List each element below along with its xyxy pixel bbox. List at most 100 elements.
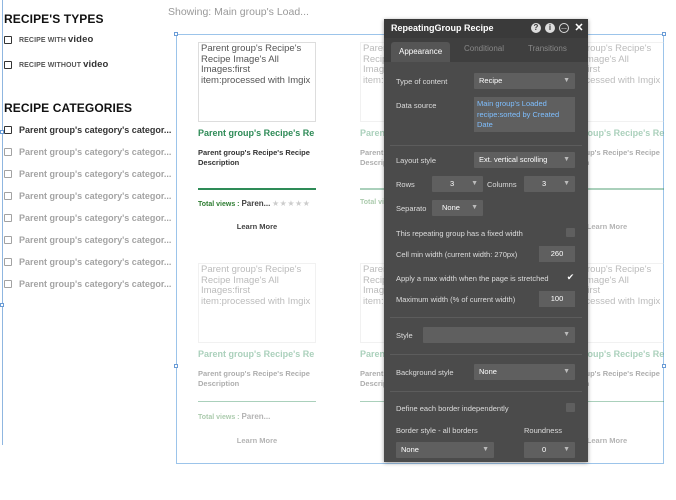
divider-line	[588, 188, 664, 190]
category-label: Parent group's category's categor...	[19, 191, 172, 201]
rows-dropdown[interactable]: 3 ▼	[432, 176, 483, 192]
learn-more-button[interactable]: Learn More	[588, 222, 664, 231]
recipe-categories-title: RECIPE CATEGORIES	[4, 101, 133, 115]
category-item[interactable]: Parent group's category's categor...	[4, 147, 171, 157]
checkbox[interactable]	[4, 148, 12, 156]
style-dropdown[interactable]: ▼	[423, 327, 575, 343]
separator-dropdown[interactable]: None ▼	[432, 200, 483, 216]
recipe-types-title: RECIPE'S TYPES	[4, 12, 104, 26]
left-edge-line	[2, 0, 3, 445]
recipe-cell[interactable]: Parent group's Recipe's Recipe Image's A…	[588, 263, 664, 453]
layout-style-dropdown[interactable]: Ext. vertical scrolling ▼	[474, 152, 575, 168]
recipe-cell[interactable]: Parent group's Recipe's Recipe Image's A…	[198, 42, 318, 232]
category-label: Parent group's category's categor...	[19, 257, 172, 267]
divider-line	[588, 401, 664, 402]
divider	[390, 317, 582, 318]
category-label: Parent group's category's categor...	[19, 213, 172, 223]
data-source-expression[interactable]: Main group's Loaded recipe:sorted by Cre…	[474, 97, 575, 132]
fixed-width-label: This repeating group has a fixed width	[396, 229, 523, 238]
selection-handle[interactable]	[0, 130, 4, 134]
dropdown-value: 0	[542, 445, 547, 454]
tab-transitions[interactable]: Transitions	[528, 38, 567, 60]
category-item[interactable]: Parent group's category's categor...	[4, 213, 171, 223]
type-label-prefix: RECIPE WITH	[19, 37, 69, 44]
checkbox[interactable]	[4, 280, 12, 288]
checkbox[interactable]	[4, 126, 12, 134]
learn-more-button[interactable]: Learn More	[588, 436, 664, 445]
recipe-description: Parent group's Recipe's Recipe Descripti…	[198, 148, 310, 167]
dropdown-value: None	[442, 203, 460, 212]
chevron-down-icon: ▼	[563, 180, 570, 187]
recipe-description: Parent group's Recipe's Recipe Descripti…	[588, 148, 660, 167]
category-label: Parent group's category's categor...	[19, 125, 172, 135]
category-item[interactable]: Parent group's category's categor...	[4, 257, 171, 267]
recipe-cell[interactable]: Parent group's Recipe's Recipe Image's A…	[198, 263, 318, 453]
checkbox[interactable]	[4, 35, 12, 44]
type-option-without-video[interactable]: RECIPE WITHOUT video	[4, 59, 108, 70]
recipe-image-placeholder: Parent group's Recipe's Recipe Image's A…	[588, 263, 664, 343]
comment-icon[interactable]: …	[559, 23, 569, 33]
recipe-image-placeholder: Parent group's Recipe's Recipe Image's A…	[588, 42, 664, 122]
checkbox[interactable]	[4, 258, 12, 266]
divider	[390, 354, 582, 355]
dropdown-value: None	[401, 445, 419, 454]
learn-more-button[interactable]: Learn More	[198, 222, 316, 231]
maximum-width-input[interactable]: 100	[539, 291, 575, 307]
border-style-dropdown[interactable]: None ▼	[396, 442, 494, 458]
tab-appearance[interactable]: Appearance	[391, 42, 451, 62]
question-icon[interactable]: ?	[531, 23, 541, 33]
separator-label: Separato	[396, 204, 427, 213]
max-width-label: Apply a max width when the page is stret…	[396, 274, 549, 283]
recipe-title[interactable]: Parent group's Recipe's Re	[198, 128, 318, 138]
selection-handle[interactable]	[662, 32, 666, 36]
recipe-title[interactable]: Parent group's Recipe's Re	[198, 349, 318, 359]
fixed-width-checkbox[interactable]	[566, 228, 575, 237]
dropdown-value: None	[479, 367, 497, 376]
checkbox[interactable]	[4, 192, 12, 200]
dropdown-value: 3	[450, 179, 455, 188]
category-item[interactable]: Parent group's category's categor...	[4, 191, 171, 201]
roundness-dropdown[interactable]: 0 ▼	[524, 442, 575, 458]
category-item[interactable]: Parent group's category's categor...	[4, 125, 171, 135]
selection-handle[interactable]	[174, 32, 178, 36]
border-style-label: Border style - all borders	[396, 426, 478, 435]
type-of-content-dropdown[interactable]: Recipe ▼	[474, 73, 575, 89]
cell-min-width-input[interactable]: 260	[539, 246, 575, 262]
learn-more-button[interactable]: Learn More	[198, 436, 316, 445]
recipe-title[interactable]: Parent group's Recipe's Re	[588, 349, 664, 359]
cell-min-width-label: Cell min width (current width: 270px)	[396, 250, 518, 259]
category-item[interactable]: Parent group's category's categor...	[4, 235, 171, 245]
checkbox[interactable]	[4, 60, 12, 69]
data-source-label: Data source	[396, 101, 437, 110]
chevron-down-icon: ▼	[482, 446, 489, 453]
border-independent-checkbox[interactable]	[566, 403, 575, 412]
recipe-title[interactable]: Parent group's Recipe's Re	[588, 128, 664, 138]
columns-dropdown[interactable]: 3 ▼	[524, 176, 575, 192]
tab-conditional[interactable]: Conditional	[464, 38, 504, 60]
checkbox[interactable]	[4, 236, 12, 244]
total-views: Total views : Paren...	[198, 199, 270, 208]
views-label: Total views :	[198, 201, 242, 208]
border-independent-label: Define each border independently	[396, 404, 509, 413]
rating-stars-icon[interactable]: ★★★★★	[272, 199, 310, 208]
type-label-word: video	[83, 59, 109, 70]
info-icon[interactable]: i	[545, 23, 555, 33]
checkbox[interactable]	[4, 214, 12, 222]
selection-handle[interactable]	[174, 364, 178, 368]
max-width-checkbox[interactable]: ✔	[566, 273, 575, 282]
category-item[interactable]: Parent group's category's categor...	[4, 169, 171, 179]
divider-line	[198, 188, 316, 190]
category-item[interactable]: Parent group's category's categor...	[4, 279, 171, 289]
maximum-width-label: Maximum width (% of current width)	[396, 295, 516, 304]
checkbox[interactable]	[4, 170, 12, 178]
rows-label: Rows	[396, 180, 415, 189]
editor-header[interactable]: RepeatingGroup Recipe ? i … ✕	[384, 19, 588, 38]
background-style-dropdown[interactable]: None ▼	[474, 364, 575, 380]
chevron-down-icon: ▼	[563, 77, 570, 84]
type-option-with-video[interactable]: RECIPE WITH video	[4, 34, 93, 45]
category-label: Parent group's category's categor...	[19, 147, 172, 157]
selection-handle[interactable]	[0, 303, 4, 307]
recipe-cell[interactable]: Parent group's Recipe's Recipe Image's A…	[588, 42, 664, 232]
close-icon[interactable]: ✕	[574, 23, 584, 34]
type-label-prefix: RECIPE WITHOUT	[19, 62, 84, 69]
